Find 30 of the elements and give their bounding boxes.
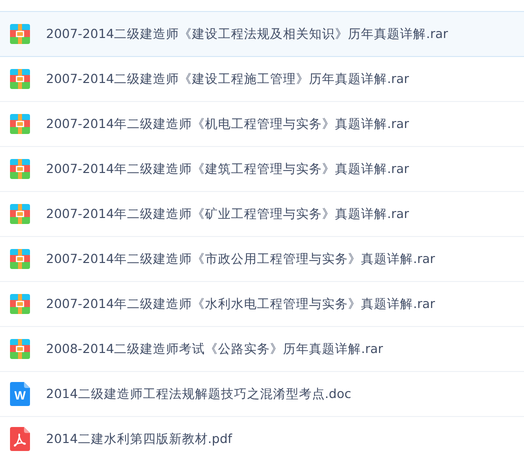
archive-icon (10, 159, 30, 179)
file-row[interactable]: 2008-2014二级建造师考试《公路实务》历年真题详解.rar (0, 327, 524, 372)
file-row[interactable]: 2007-2014二级建造师《建设工程法规及相关知识》历年真题详解.rar (0, 11, 524, 57)
file-name: 2007-2014年二级建造师《矿业工程管理与实务》真题详解.rar (46, 206, 410, 222)
file-row[interactable]: 2007-2014年二级建造师《机电工程管理与实务》真题详解.rar (0, 102, 524, 147)
archive-icon (10, 339, 30, 359)
archive-icon (10, 204, 30, 224)
file-row[interactable]: 2007-2014二级建造师《建设工程施工管理》历年真题详解.rar (0, 57, 524, 102)
file-row[interactable]: 2014二建水利第四版新教材.pdf (0, 417, 524, 454)
file-name: 2007-2014年二级建造师《机电工程管理与实务》真题详解.rar (46, 116, 410, 132)
file-row[interactable]: 2007-2014年二级建造师《水利水电工程管理与实务》真题详解.rar (0, 282, 524, 327)
archive-icon (10, 294, 30, 314)
word-document-icon: W (10, 382, 30, 406)
file-name: 2014二建水利第四版新教材.pdf (46, 430, 232, 448)
file-row[interactable]: W 2014二级建造师工程法规解题技巧之混淆型考点.doc (0, 372, 524, 417)
file-name: 2007-2014二级建造师《建设工程施工管理》历年真题详解.rar (46, 70, 410, 88)
file-name: 2007-2014二级建造师《建设工程法规及相关知识》历年真题详解.rar (46, 26, 448, 42)
archive-icon (10, 114, 30, 134)
file-row[interactable]: 2007-2014年二级建造师《市政公用工程管理与实务》真题详解.rar (0, 237, 524, 282)
file-row[interactable]: 2007-2014年二级建造师《建筑工程管理与实务》真题详解.rar (0, 147, 524, 192)
file-name: 2007-2014年二级建造师《市政公用工程管理与实务》真题详解.rar (46, 250, 436, 268)
file-row[interactable]: 2007-2014年二级建造师《矿业工程管理与实务》真题详解.rar (0, 192, 524, 237)
file-name: 2007-2014年二级建造师《水利水电工程管理与实务》真题详解.rar (46, 296, 436, 312)
file-name: 2014二级建造师工程法规解题技巧之混淆型考点.doc (46, 386, 352, 402)
archive-icon (10, 24, 30, 44)
archive-icon (10, 69, 30, 89)
file-name: 2008-2014二级建造师考试《公路实务》历年真题详解.rar (46, 340, 384, 358)
pdf-document-icon (10, 427, 30, 451)
archive-icon (10, 249, 30, 269)
file-name: 2007-2014年二级建造师《建筑工程管理与实务》真题详解.rar (46, 160, 410, 178)
